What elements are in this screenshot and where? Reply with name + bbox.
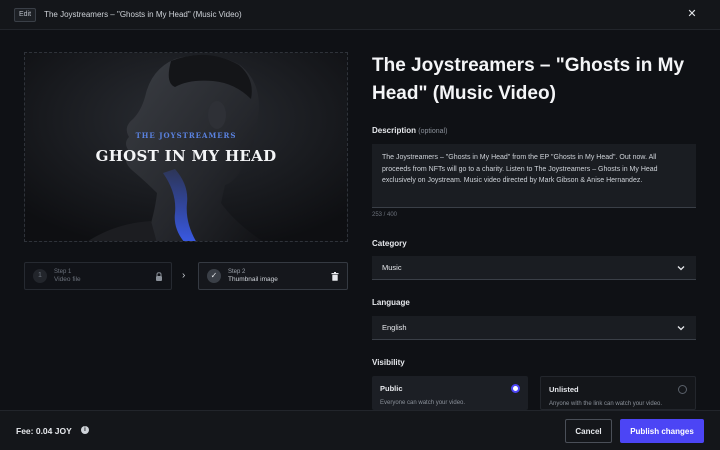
footer-bar: Fee: 0.04 JOY i Cancel Publish changes — [0, 410, 720, 450]
edit-panel: THE JOYSTREAMERS GHOST IN MY HEAD 1 Step… — [0, 30, 720, 410]
visibility-option-title: Unlisted — [549, 385, 579, 394]
video-title-heading[interactable]: The Joystreamers – "Ghosts in My Head" (… — [372, 52, 696, 108]
chevron-down-icon — [677, 266, 685, 271]
chevron-down-icon — [677, 326, 685, 331]
optional-hint: (optional) — [418, 128, 448, 135]
language-label: Language — [372, 298, 410, 307]
step-label: Thumbnail image — [228, 276, 278, 283]
radio-unselected[interactable] — [678, 385, 687, 394]
title-bar: Edit The Joystreamers – "Ghosts in My He… — [0, 0, 720, 30]
description-textarea[interactable]: The Joystreamers – "Ghosts in My Head" f… — [372, 144, 696, 208]
visibility-option-title: Public — [380, 384, 403, 393]
edit-badge: Edit — [14, 7, 37, 22]
visibility-option-unlisted[interactable]: Unlisted Anyone with the link can watch … — [540, 376, 696, 410]
char-counter: 253 / 400 — [372, 212, 398, 218]
category-value: Music — [382, 263, 402, 272]
step-label: Video file — [54, 276, 81, 283]
check-icon: ✓ — [207, 269, 221, 283]
category-select[interactable]: Music — [372, 256, 696, 280]
visibility-option-desc: Everyone can watch your video. — [380, 400, 466, 406]
fee-text: Fee: 0.04 JOY — [16, 426, 72, 436]
thumbnail-preview[interactable]: THE JOYSTREAMERS GHOST IN MY HEAD — [24, 52, 348, 242]
thumbnail-brand-text: THE JOYSTREAMERS — [135, 131, 237, 140]
cancel-button[interactable]: Cancel — [565, 419, 612, 443]
close-icon[interactable]: ✕ — [686, 8, 698, 20]
trash-icon[interactable] — [331, 272, 339, 281]
language-select[interactable]: English — [372, 316, 696, 340]
window-title: The Joystreamers – "Ghosts in My Head" (… — [44, 10, 242, 19]
step-small-label: Step 1 — [54, 269, 72, 275]
radio-selected[interactable] — [511, 384, 520, 393]
step-small-label: Step 2 — [228, 269, 246, 275]
thumbnail-title-text: GHOST IN MY HEAD — [95, 147, 277, 165]
step-number: 1 — [33, 269, 47, 283]
visibility-label: Visibility — [372, 358, 405, 367]
step-thumbnail-image[interactable]: ✓ Step 2 Thumbnail image — [198, 262, 348, 290]
lock-icon — [156, 272, 162, 281]
info-icon[interactable]: i — [81, 426, 89, 434]
language-value: English — [382, 323, 407, 332]
publish-changes-button[interactable]: Publish changes — [620, 419, 704, 443]
visibility-option-public[interactable]: Public Everyone can watch your video. — [372, 376, 528, 410]
visibility-option-desc: Anyone with the link can watch your vide… — [549, 401, 663, 407]
chevron-right-icon: › — [182, 270, 186, 281]
description-label-text: Description — [372, 126, 417, 135]
description-label: Description (optional) — [372, 126, 447, 135]
step-video-file[interactable]: 1 Step 1 Video file — [24, 262, 172, 290]
upload-steps: 1 Step 1 Video file › ✓ Step 2 Thumbnail… — [24, 262, 348, 290]
category-label: Category — [372, 239, 407, 248]
